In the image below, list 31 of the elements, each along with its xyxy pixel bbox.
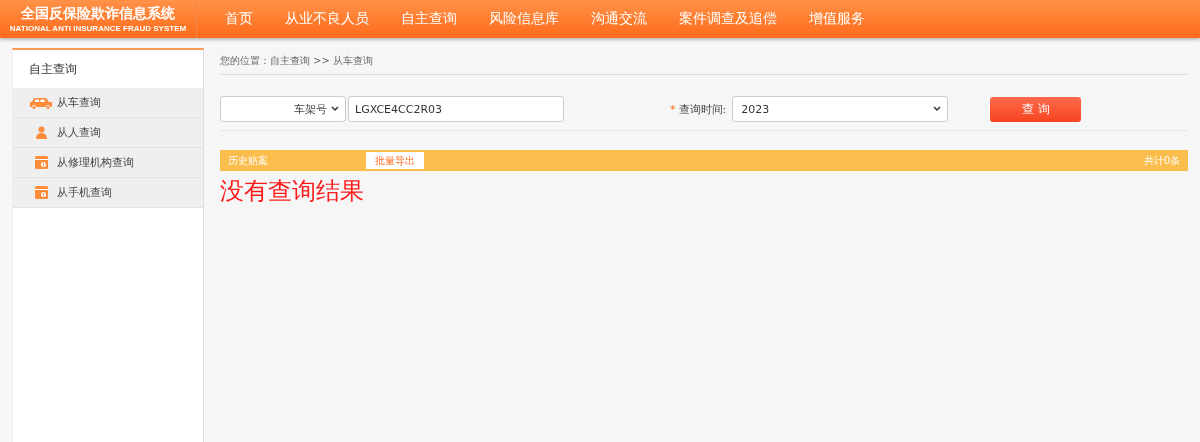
person-icon [35,126,47,139]
calendar-icon [34,186,48,199]
breadcrumb: 您的位置：自主查询 >> 从车查询 [220,54,374,68]
car-icon [29,96,53,109]
nav-link[interactable]: 沟通交流 [575,10,663,28]
time-label: 查询时间: [678,101,727,117]
export-button[interactable]: 批量导出 [366,152,424,169]
id-type-select[interactable]: 车架号 [220,96,346,122]
nav-link[interactable]: 从业不良人员 [269,10,385,28]
sidebar-item[interactable]: 从人查询 [13,118,203,148]
empty-message: 没有查询结果 [220,177,364,205]
chevron-down-icon [331,106,339,112]
chevron-down-icon [933,106,942,112]
year-select[interactable]: 2023 [732,96,949,122]
result-count: 共计0条 [1143,153,1180,168]
calendar-icon [34,156,48,169]
nav-link[interactable]: 自主查询 [385,10,473,28]
logo-title: 全国反保险欺诈信息系统 [21,5,175,23]
nav-link[interactable]: 增值服务 [793,10,881,28]
sidebar-title: 自主查询 [28,61,78,78]
logo-subtitle: NATIONAL ANTI INSURANCE FRAUD SYSTEM [9,24,187,33]
sidebar-item[interactable]: 从车查询 [13,88,203,118]
vin-input-field[interactable]: LGXCE4CC2R03 [348,96,564,122]
search-button[interactable]: 查 询 [990,96,1082,122]
required-mark: * [670,102,676,116]
results-title: 历史赔案 [228,153,268,168]
nav-link[interactable]: 案件调查及追偿 [663,10,793,28]
sidebar-item[interactable]: 从手机查询 [13,178,203,208]
nav-link[interactable]: 首页 [209,10,269,28]
nav-link[interactable]: 风险信息库 [473,10,575,28]
sidebar-item[interactable]: 从修理机构查询 [13,148,203,178]
